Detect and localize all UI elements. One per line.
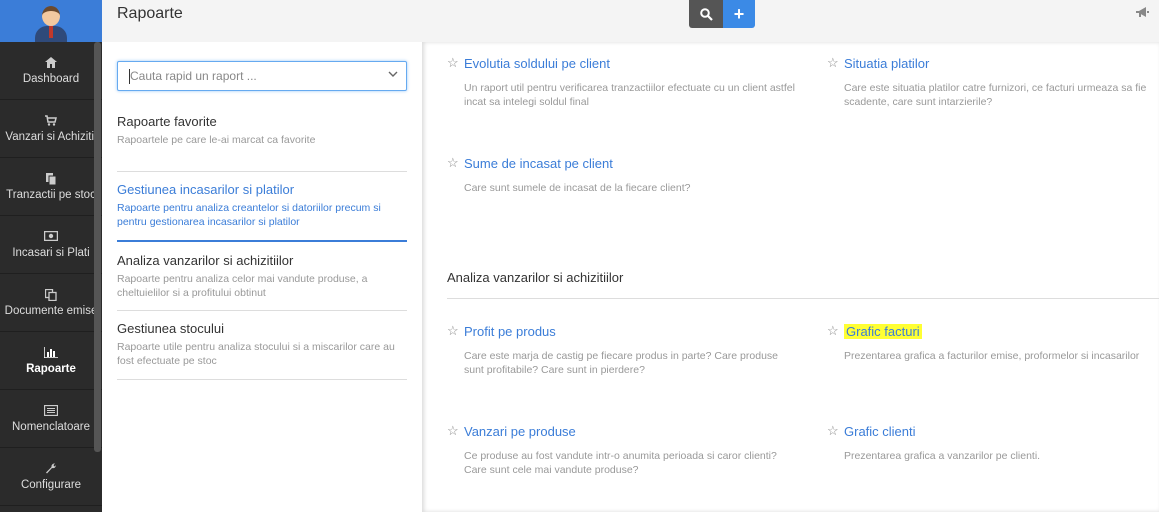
report-item: ☆ Grafic facturi Prezentarea grafica a f… bbox=[827, 323, 1157, 363]
sidebar-item-label: Tranzactii pe stoc bbox=[6, 188, 96, 201]
report-search-input[interactable] bbox=[130, 69, 370, 83]
sidebar-item-vanzari-si-achizitii[interactable]: Vanzari si Achizitii bbox=[0, 100, 102, 158]
report-description: Un raport util pentru verificarea tranza… bbox=[464, 82, 795, 108]
category-gestiunea-incasarilor[interactable]: Gestiunea incasarilor si platilor Rapoar… bbox=[117, 182, 407, 242]
section-title: Analiza vanzarilor si achizitiilor bbox=[447, 270, 624, 285]
add-button[interactable]: + bbox=[723, 0, 755, 28]
home-icon bbox=[45, 56, 57, 69]
cart-icon bbox=[45, 114, 57, 127]
documents-icon bbox=[45, 172, 57, 185]
report-link[interactable]: Vanzari pe produse bbox=[464, 424, 576, 439]
report-link[interactable]: Sume de incasat pe client bbox=[464, 156, 613, 171]
report-link[interactable]: Profit pe produs bbox=[464, 324, 556, 339]
report-description: Ce produse au fost vandute intr-o anumit… bbox=[464, 450, 777, 476]
copy-icon bbox=[44, 288, 57, 301]
star-icon[interactable]: ☆ bbox=[827, 323, 839, 339]
category-description: Rapoartele pe care le-ai marcat ca favor… bbox=[117, 134, 316, 146]
page-title: Rapoarte bbox=[117, 5, 183, 22]
star-icon[interactable]: ☆ bbox=[447, 155, 459, 171]
report-link-highlighted[interactable]: Grafic facturi bbox=[844, 323, 922, 339]
sidebar-item-configurare[interactable]: Configurare bbox=[0, 448, 102, 506]
category-gestiunea-stocului[interactable]: Gestiunea stocului Rapoarte utile pentru… bbox=[117, 321, 407, 380]
sidebar-item-nomenclatoare[interactable]: Nomenclatoare bbox=[0, 390, 102, 448]
category-title: Gestiunea incasarilor si platilor bbox=[117, 182, 295, 197]
report-item: ☆ Profit pe produs Care este marja de ca… bbox=[447, 323, 797, 377]
category-analiza-vanzarilor[interactable]: Analiza vanzarilor si achizitiilor Rapoa… bbox=[117, 253, 407, 311]
category-favorite[interactable]: Rapoarte favorite Rapoartele pe care le-… bbox=[117, 114, 407, 172]
sidebar-item-label: Documente emise bbox=[4, 304, 98, 317]
report-item: ☆ Evolutia soldului pe client Un raport … bbox=[447, 55, 797, 109]
reports-list-panel: ☆ Evolutia soldului pe client Un raport … bbox=[422, 42, 1159, 512]
sidebar-item-documente-emise[interactable]: Documente emise bbox=[0, 274, 102, 332]
star-icon[interactable]: ☆ bbox=[827, 55, 839, 71]
category-description: Rapoarte pentru analiza celor mai vandut… bbox=[117, 273, 368, 299]
report-description: Care este marja de castig pe fiecare pro… bbox=[464, 350, 779, 376]
star-icon[interactable]: ☆ bbox=[827, 423, 839, 439]
sidebar-scrollbar[interactable] bbox=[94, 42, 101, 452]
section-divider bbox=[447, 298, 1159, 299]
sidebar-item-label: Rapoarte bbox=[26, 362, 76, 375]
bar-chart-icon bbox=[43, 346, 58, 359]
report-item: ☆ Sume de incasat pe client Care sunt su… bbox=[447, 155, 797, 195]
sidebar-item-incasari-si-plati[interactable]: Incasari si Plati bbox=[0, 216, 102, 274]
category-description: Rapoarte pentru analiza creantelor si da… bbox=[117, 202, 381, 228]
report-link[interactable]: Situatia platilor bbox=[844, 56, 929, 71]
list-icon bbox=[43, 404, 59, 417]
search-icon bbox=[699, 7, 713, 21]
report-categories-panel: Rapoarte favorite Rapoartele pe care le-… bbox=[102, 42, 422, 512]
top-bar: Rapoarte + bbox=[102, 0, 1159, 42]
report-description: Prezentarea grafica a facturilor emise, … bbox=[844, 350, 1140, 362]
category-title: Gestiunea stocului bbox=[117, 321, 224, 336]
report-description: Care sunt sumele de incasat de la fiecar… bbox=[464, 182, 691, 194]
report-item: ☆ Grafic clienti Prezentarea grafica a v… bbox=[827, 423, 1157, 463]
report-search-select[interactable] bbox=[117, 61, 407, 91]
wrench-icon bbox=[45, 462, 57, 475]
avatar-icon bbox=[34, 4, 68, 42]
report-link[interactable]: Grafic clienti bbox=[844, 424, 916, 439]
star-icon[interactable]: ☆ bbox=[447, 55, 459, 71]
report-description: Care este situatia platilor catre furniz… bbox=[844, 82, 1147, 108]
report-item: ☆ Vanzari pe produse Ce produse au fost … bbox=[447, 423, 797, 477]
category-description: Rapoarte utile pentru analiza stocului s… bbox=[117, 341, 395, 367]
sidebar: Dashboard Vanzari si Achizitii Tranzacti… bbox=[0, 0, 102, 512]
megaphone-icon[interactable] bbox=[1136, 7, 1149, 21]
plus-icon: + bbox=[733, 3, 745, 24]
sidebar-item-label: Incasari si Plati bbox=[12, 246, 90, 259]
report-link[interactable]: Evolutia soldului pe client bbox=[464, 56, 610, 71]
chevron-down-icon[interactable] bbox=[388, 69, 398, 81]
report-description: Prezentarea grafica a vanzarilor pe clie… bbox=[844, 450, 1041, 462]
category-title: Rapoarte favorite bbox=[117, 114, 217, 129]
search-button[interactable] bbox=[689, 0, 723, 28]
star-icon[interactable]: ☆ bbox=[447, 423, 459, 439]
category-title: Analiza vanzarilor si achizitiilor bbox=[117, 253, 294, 268]
money-icon bbox=[43, 230, 59, 243]
star-icon[interactable]: ☆ bbox=[447, 323, 459, 339]
user-avatar[interactable] bbox=[0, 0, 102, 42]
sidebar-item-tranzactii-pe-stoc[interactable]: Tranzactii pe stoc bbox=[0, 158, 102, 216]
sidebar-item-rapoarte[interactable]: Rapoarte bbox=[0, 332, 102, 390]
sidebar-item-label: Configurare bbox=[20, 478, 82, 491]
report-item: ☆ Situatia platilor Care este situatia p… bbox=[827, 55, 1157, 109]
sidebar-item-label: Dashboard bbox=[22, 72, 80, 85]
sidebar-item-dashboard[interactable]: Dashboard bbox=[0, 42, 102, 100]
sidebar-item-label: Nomenclatoare bbox=[12, 420, 90, 433]
sidebar-item-label: Vanzari si Achizitii bbox=[5, 130, 97, 143]
